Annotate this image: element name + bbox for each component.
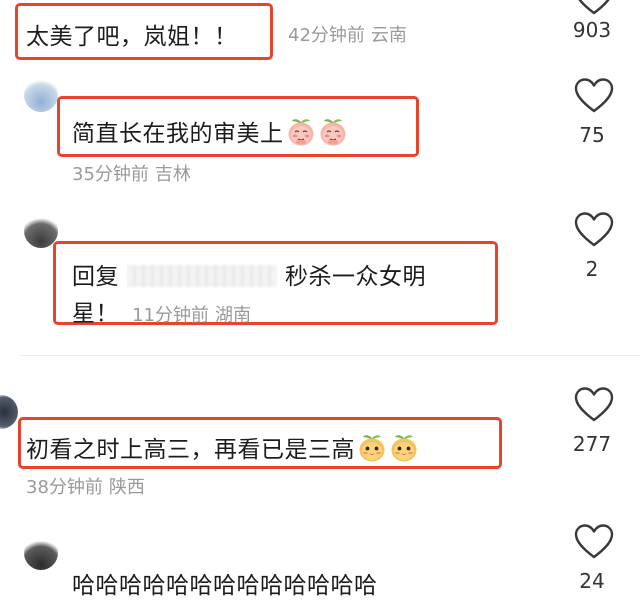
avatar[interactable] [0, 395, 18, 429]
heart-icon[interactable] [574, 212, 614, 248]
comment-2-like-count: 75 [579, 123, 605, 147]
comment-1-like-count: 903 [572, 18, 612, 42]
shy-peach-emoji [318, 117, 348, 147]
comment-2-location: 吉林 [154, 164, 191, 185]
comment-4-time: 38分钟前 [26, 477, 103, 498]
comment-3-content-line-2: 星！ [72, 301, 119, 327]
comment-5-text: 哈哈哈哈哈哈哈哈哈哈哈哈哈 [72, 573, 378, 599]
comment-3-location: 湖南 [215, 305, 251, 326]
avatar[interactable] [24, 78, 58, 112]
comment-3-like-count: 2 [585, 257, 599, 281]
comment-3-line-1: 回复 秒杀一众女明 [72, 257, 426, 291]
smiling-peach-emoji [389, 433, 419, 463]
comment-5-like-count: 24 [579, 569, 605, 593]
blurred-username [127, 265, 277, 287]
comment-3-time: 11分钟前 [132, 305, 209, 326]
comment-3-content-line-1: 秒杀一众女明 [285, 264, 426, 290]
comment-2-text: 简直长在我的审美上 [72, 114, 348, 148]
heart-icon[interactable] [574, 0, 614, 16]
heart-icon[interactable] [574, 524, 614, 560]
heart-icon[interactable] [574, 78, 614, 114]
comment-4-content: 初看之时上高三，再看已是三高 [26, 437, 355, 463]
comment-1-location: 云南 [370, 25, 407, 46]
smiling-peach-emoji [357, 433, 387, 463]
comment-1-text: 太美了吧，岚姐！！ [26, 24, 238, 50]
avatar[interactable] [24, 536, 58, 570]
shy-peach-emoji [286, 117, 316, 147]
comment-4-like-count: 277 [572, 432, 612, 456]
reply-prefix: 回复 [72, 264, 119, 290]
comment-4-meta: 38分钟前 陕西 [26, 473, 145, 499]
comment-1-meta: 42分钟前 云南 [288, 21, 407, 47]
comment-3-line-2: 星！ 11分钟前 湖南 [72, 294, 251, 328]
heart-icon[interactable] [574, 387, 614, 423]
comment-1-time: 42分钟前 [288, 25, 365, 46]
comment-2-time: 35分钟前 [72, 164, 149, 185]
comment-4-location: 陕西 [108, 477, 145, 498]
comment-2-meta: 35分钟前 吉林 [72, 160, 191, 186]
divider [20, 355, 640, 356]
comment-2-content: 简直长在我的审美上 [72, 121, 284, 147]
comment-4-text: 初看之时上高三，再看已是三高 [26, 430, 419, 464]
